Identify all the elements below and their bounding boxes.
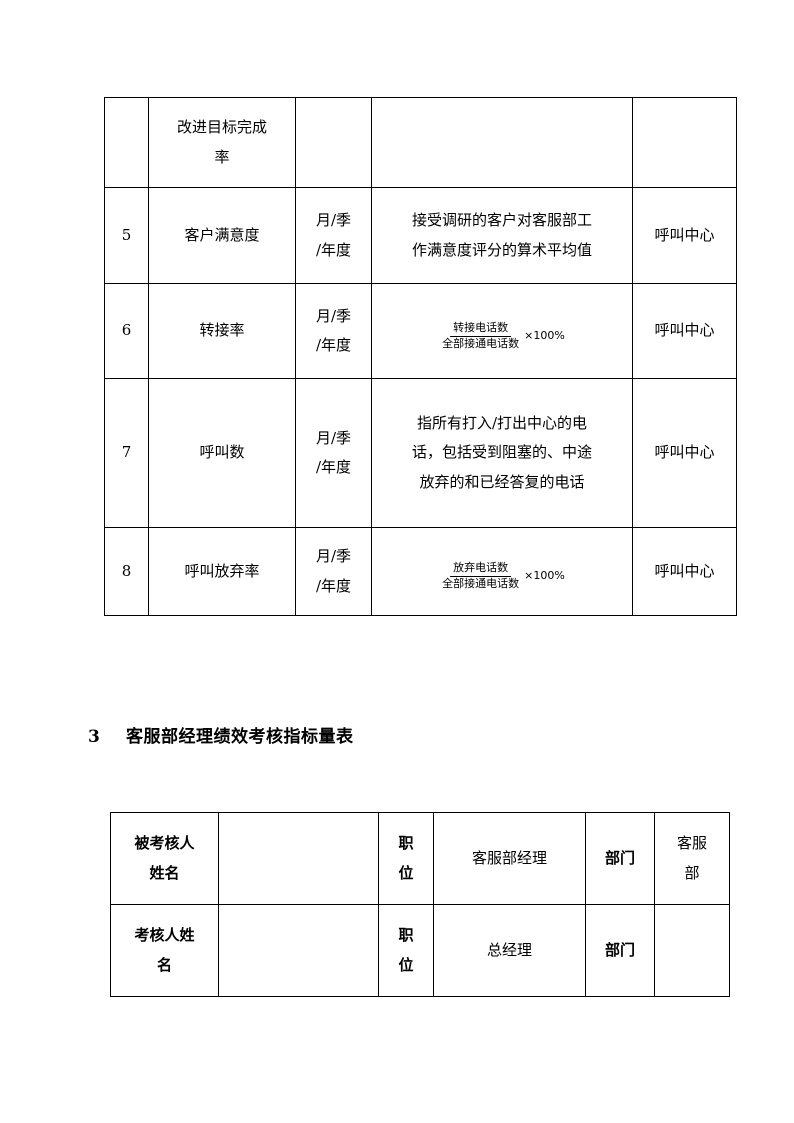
appraiser-name-field[interactable] bbox=[218, 904, 379, 997]
table-row: 改进目标完成 率 bbox=[104, 97, 737, 188]
indicator-name: 改进目标完成 率 bbox=[148, 97, 296, 188]
table-row: 8 呼叫放弃率 月/季 /年度 放弃电话数 全部接通电话数 ×100% 呼叫中心 bbox=[104, 527, 737, 616]
indicator-desc-line3: 放弃的和已经答复的电话 bbox=[419, 472, 585, 491]
table-row: 7 呼叫数 月/季 /年度 指所有打入/打出中心的电 话，包括受到阻塞的、中途 … bbox=[104, 378, 737, 528]
appraiser-position-label-char1: 职 bbox=[398, 926, 414, 945]
appraisee-position-label-char1: 职 bbox=[398, 834, 414, 853]
fraction-multiplier: ×100% bbox=[524, 569, 565, 583]
appraisee-name-field[interactable] bbox=[218, 812, 379, 905]
indicator-owner: 呼叫中心 bbox=[632, 283, 737, 379]
indicator-period: 月/季 /年度 bbox=[295, 378, 372, 528]
appraisee-department-value[interactable]: 客服 部 bbox=[654, 812, 730, 905]
appraisee-name-label-line1: 被考核人 bbox=[134, 834, 195, 853]
appraiser-position-label-char2: 位 bbox=[398, 955, 414, 974]
appraisee-name-label-line2: 姓名 bbox=[149, 863, 180, 882]
indicator-period-line1: 月/季 bbox=[315, 306, 352, 325]
indicator-table: 改进目标完成 率 5 客户满意度 月/季 /年度 接受调研的客户对客服部工 作满… bbox=[104, 97, 737, 616]
appraisee-department-value-line1: 客服 bbox=[676, 834, 707, 853]
indicator-no: 6 bbox=[104, 283, 149, 379]
fraction-denominator: 全部接通电话数 bbox=[442, 336, 520, 350]
indicator-desc bbox=[371, 97, 633, 188]
indicator-name-line2: 率 bbox=[214, 147, 230, 166]
appraisee-name-label: 被考核人 姓名 bbox=[110, 812, 219, 905]
table-row: 6 转接率 月/季 /年度 转接电话数 全部接通电话数 ×100% 呼叫中心 bbox=[104, 283, 737, 379]
appraiser-position-value[interactable]: 总经理 bbox=[433, 904, 586, 997]
indicator-formula: 转接电话数 全部接通电话数 ×100% bbox=[371, 283, 633, 379]
appraisee-position-label-char2: 位 bbox=[398, 863, 414, 882]
appraiser-name-label: 考核人姓 名 bbox=[110, 904, 219, 997]
indicator-no: 7 bbox=[104, 378, 149, 528]
appraisal-table: 被考核人 姓名 职 位 客服部经理 部门 客服 部 考核人姓 名 职 位 总经理… bbox=[110, 812, 730, 997]
fraction: 放弃电话数 全部接通电话数 bbox=[439, 562, 522, 590]
appraisee-department-value-line2: 部 bbox=[684, 863, 700, 882]
indicator-name: 客户满意度 bbox=[148, 187, 296, 284]
appraisee-department-label: 部门 bbox=[585, 812, 655, 905]
appraiser-name-label-line2: 名 bbox=[156, 955, 172, 974]
indicator-name: 呼叫数 bbox=[148, 378, 296, 528]
appraisee-position-label: 职 位 bbox=[378, 812, 434, 905]
page-title: 3 客服部经理绩效考核指标量表 bbox=[88, 727, 354, 747]
indicator-no: 5 bbox=[104, 187, 149, 284]
indicator-period-line1: 月/季 bbox=[315, 428, 352, 447]
indicator-period bbox=[295, 97, 372, 188]
indicator-no bbox=[104, 97, 149, 188]
table-row: 考核人姓 名 职 位 总经理 部门 bbox=[110, 904, 730, 997]
fraction-numerator: 转接电话数 bbox=[450, 321, 512, 337]
indicator-desc-line2: 话，包括受到阻塞的、中途 bbox=[411, 443, 592, 462]
table-row: 5 客户满意度 月/季 /年度 接受调研的客户对客服部工 作满意度评分的算术平均… bbox=[104, 187, 737, 284]
appraiser-position-label: 职 位 bbox=[378, 904, 434, 997]
indicator-name: 呼叫放弃率 bbox=[148, 527, 296, 616]
indicator-desc-line1: 接受调研的客户对客服部工 bbox=[411, 211, 592, 230]
indicator-name: 转接率 bbox=[148, 283, 296, 379]
indicator-desc-line1: 指所有打入/打出中心的电 bbox=[416, 414, 588, 433]
fraction-numerator: 放弃电话数 bbox=[450, 562, 512, 577]
indicator-period: 月/季 /年度 bbox=[295, 187, 372, 284]
indicator-period-line2: /年度 bbox=[315, 458, 352, 476]
fraction: 转接电话数 全部接通电话数 bbox=[439, 321, 522, 350]
indicator-period-line1: 月/季 bbox=[315, 547, 352, 566]
indicator-desc: 接受调研的客户对客服部工 作满意度评分的算术平均值 bbox=[371, 187, 633, 284]
indicator-name-line1: 改进目标完成 bbox=[176, 118, 267, 137]
indicator-no: 8 bbox=[104, 527, 149, 616]
indicator-period-line1: 月/季 bbox=[315, 211, 352, 230]
appraisee-position-value[interactable]: 客服部经理 bbox=[433, 812, 586, 905]
fraction-formula: 转接电话数 全部接通电话数 ×100% bbox=[439, 321, 565, 350]
appraiser-department-label: 部门 bbox=[585, 904, 655, 997]
appraiser-name-label-line1: 考核人姓 bbox=[134, 926, 195, 945]
indicator-period: 月/季 /年度 bbox=[295, 527, 372, 616]
indicator-period-line2: /年度 bbox=[315, 336, 352, 354]
indicator-formula: 放弃电话数 全部接通电话数 ×100% bbox=[371, 527, 633, 616]
document-page: 改进目标完成 率 5 客户满意度 月/季 /年度 接受调研的客户对客服部工 作满… bbox=[0, 0, 794, 1123]
fraction-denominator: 全部接通电话数 bbox=[442, 577, 520, 590]
indicator-owner: 呼叫中心 bbox=[632, 378, 737, 528]
indicator-owner: 呼叫中心 bbox=[632, 527, 737, 616]
indicator-desc-line2: 作满意度评分的算术平均值 bbox=[411, 240, 592, 259]
fraction-formula: 放弃电话数 全部接通电话数 ×100% bbox=[439, 562, 565, 590]
indicator-period-line2: /年度 bbox=[315, 240, 352, 259]
indicator-desc: 指所有打入/打出中心的电 话，包括受到阻塞的、中途 放弃的和已经答复的电话 bbox=[371, 378, 633, 528]
indicator-period-line2: /年度 bbox=[315, 576, 352, 595]
fraction-multiplier: ×100% bbox=[524, 328, 565, 342]
table-row: 被考核人 姓名 职 位 客服部经理 部门 客服 部 bbox=[110, 812, 730, 905]
indicator-owner: 呼叫中心 bbox=[632, 187, 737, 284]
indicator-period: 月/季 /年度 bbox=[295, 283, 372, 379]
appraiser-department-value[interactable] bbox=[654, 904, 730, 997]
indicator-owner bbox=[632, 97, 737, 188]
